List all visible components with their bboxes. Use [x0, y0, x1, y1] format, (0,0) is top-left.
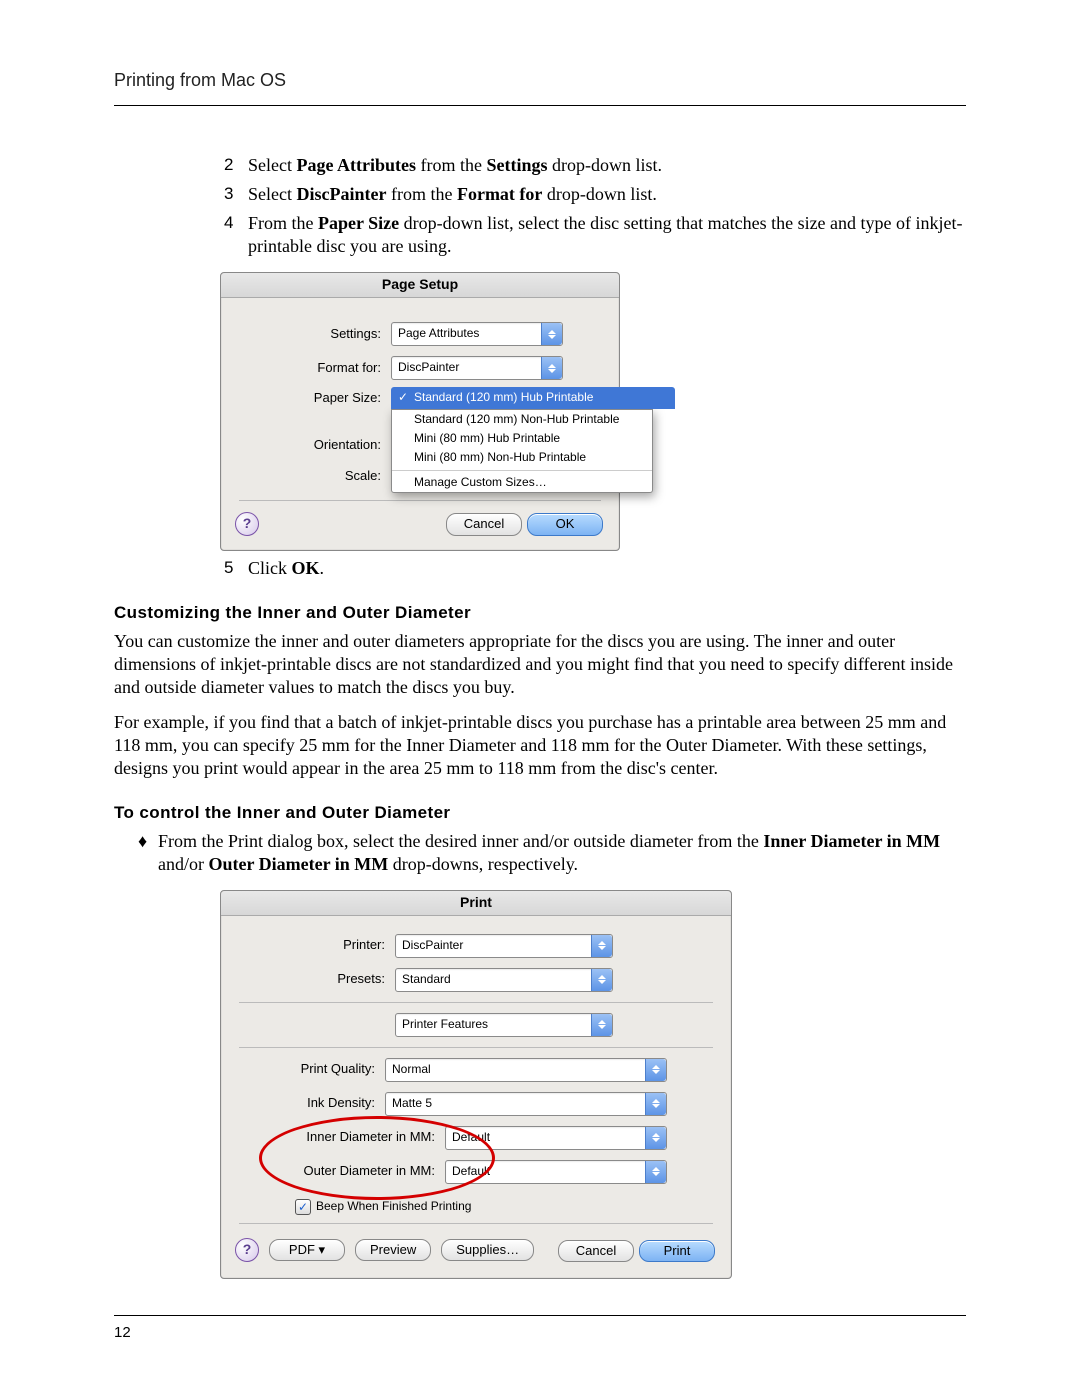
dialog-title: Page Setup [221, 273, 619, 298]
paper-size-option[interactable]: Standard (120 mm) Non-Hub Printable [392, 410, 652, 429]
help-button[interactable]: ? [235, 1238, 259, 1262]
presets-select[interactable]: Standard [395, 968, 613, 992]
page-footer: 12 [114, 1315, 966, 1341]
step-number: 4 [224, 212, 248, 258]
beep-checkbox[interactable]: ✓ Beep When Finished Printing [295, 1199, 471, 1215]
instruction-list: 2 Select Page Attributes from the Settin… [224, 154, 966, 258]
orientation-label: Orientation: [231, 437, 391, 454]
select-arrows-icon [645, 1093, 666, 1115]
presets-label: Presets: [245, 971, 395, 988]
step-3: 3 Select DiscPainter from the Format for… [224, 183, 966, 206]
preview-button[interactable]: Preview [355, 1239, 431, 1262]
select-arrows-icon [645, 1161, 666, 1183]
outer-diameter-select[interactable]: Default [445, 1160, 667, 1184]
ink-density-label: Ink Density: [275, 1095, 385, 1112]
checkmark-icon: ✓ [295, 1199, 311, 1215]
page-content: 2 Select Page Attributes from the Settin… [114, 106, 966, 1279]
select-arrows-icon [591, 1014, 612, 1036]
format-for-select[interactable]: DiscPainter [391, 356, 563, 380]
paper-size-selected-option[interactable]: Standard (120 mm) Hub Printable [391, 387, 675, 409]
step-4: 4 From the Paper Size drop-down list, se… [224, 212, 966, 258]
ink-density-select[interactable]: Matte 5 [385, 1092, 667, 1116]
settings-select[interactable]: Page Attributes [391, 322, 563, 346]
step-5: 5 Click OK. [224, 557, 966, 580]
print-quality-select[interactable]: Normal [385, 1058, 667, 1082]
inner-diameter-select[interactable]: Default [445, 1126, 667, 1150]
scale-label: Scale: [231, 468, 391, 485]
paper-size-label: Paper Size: [231, 390, 391, 407]
body-paragraph: You can customize the inner and outer di… [114, 630, 966, 699]
step-number: 3 [224, 183, 248, 206]
page-setup-dialog: Page Setup Settings: Page Attributes For… [220, 272, 620, 551]
printer-label: Printer: [245, 937, 395, 954]
paper-size-dropdown[interactable]: Standard (120 mm) Non-Hub Printable Mini… [391, 409, 653, 493]
select-arrows-icon [541, 357, 562, 379]
step-number: 5 [224, 557, 248, 580]
format-for-label: Format for: [231, 360, 391, 377]
paper-size-option[interactable]: Mini (80 mm) Hub Printable [392, 429, 652, 448]
ok-button[interactable]: OK [527, 513, 603, 536]
instruction-list-2: 5 Click OK. [224, 557, 966, 580]
inner-diameter-label: Inner Diameter in MM: [275, 1129, 445, 1146]
cancel-button[interactable]: Cancel [558, 1240, 634, 1263]
cancel-button[interactable]: Cancel [446, 513, 522, 536]
select-arrows-icon [541, 323, 562, 345]
pdf-button[interactable]: PDF ▾ [269, 1239, 345, 1262]
beep-label: Beep When Finished Printing [316, 1199, 471, 1214]
page-number: 12 [114, 1324, 131, 1341]
outer-diameter-label: Outer Diameter in MM: [275, 1163, 445, 1180]
print-quality-label: Print Quality: [275, 1061, 385, 1078]
page-header: Printing from Mac OS [114, 70, 966, 106]
dialog-title: Print [221, 891, 731, 916]
print-dialog: Print Printer: DiscPainter Presets: Stan… [220, 890, 732, 1280]
printer-select[interactable]: DiscPainter [395, 934, 613, 958]
body-paragraph: For example, if you find that a batch of… [114, 711, 966, 780]
step-2: 2 Select Page Attributes from the Settin… [224, 154, 966, 177]
help-button[interactable]: ? [235, 512, 259, 536]
section-heading-control: To control the Inner and Outer Diameter [114, 802, 966, 824]
select-arrows-icon [645, 1127, 666, 1149]
diamond-bullet-icon: ♦ [138, 830, 158, 876]
paper-size-option-manage[interactable]: Manage Custom Sizes… [392, 473, 652, 492]
step-number: 2 [224, 154, 248, 177]
bullet-item: ♦ From the Print dialog box, select the … [138, 830, 966, 876]
select-arrows-icon [591, 935, 612, 957]
section-heading-customizing: Customizing the Inner and Outer Diameter [114, 602, 966, 624]
select-arrows-icon [591, 969, 612, 991]
supplies-button[interactable]: Supplies… [441, 1239, 534, 1262]
settings-label: Settings: [231, 326, 391, 343]
select-arrows-icon [645, 1059, 666, 1081]
printer-features-select[interactable]: Printer Features [395, 1013, 613, 1037]
print-button[interactable]: Print [639, 1240, 715, 1263]
paper-size-option[interactable]: Mini (80 mm) Non-Hub Printable [392, 448, 652, 467]
